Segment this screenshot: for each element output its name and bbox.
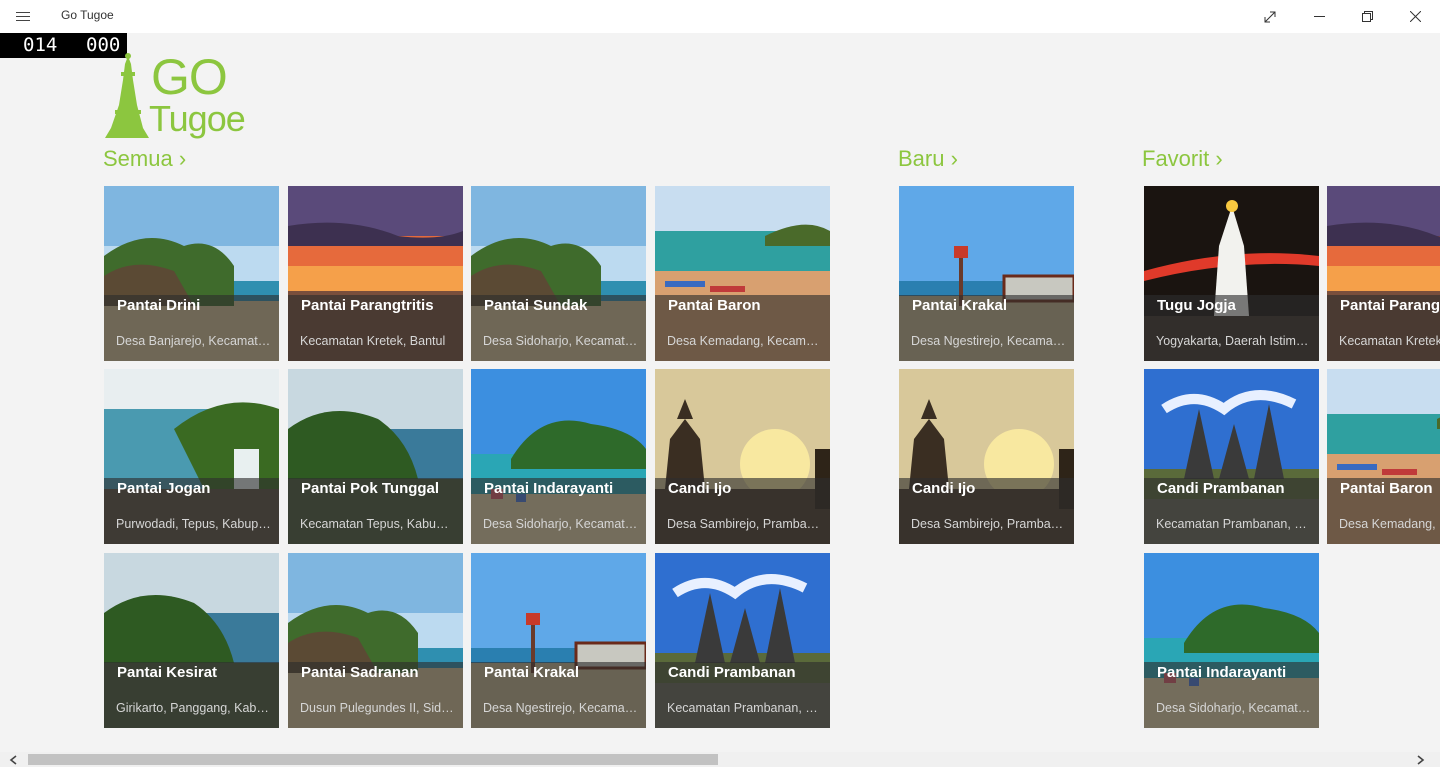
section-header-semua[interactable]: Semua › <box>103 146 186 172</box>
close-button[interactable] <box>1392 0 1438 33</box>
title-bar: Go Tugoe <box>0 0 1440 33</box>
section-header-favorit[interactable]: Favorit › <box>1142 146 1223 172</box>
tile-favorit-pantai-baron[interactable]: Pantai Baron Desa Kemadang, Kecamatan Ta… <box>1327 369 1440 544</box>
tile-location: Desa Sidoharjo, Kecamatan Tepus <box>1156 701 1311 715</box>
tile-favorit-pantai-indarayanti[interactable]: Pantai Indarayanti Desa Sidoharjo, Kecam… <box>1144 553 1319 728</box>
tile-location: Kecamatan Tepus, Kabupaten Gunungkidul <box>300 517 455 531</box>
scroll-left-icon[interactable] <box>8 754 20 766</box>
minimize-icon <box>1313 16 1325 17</box>
tile-title: Candi Prambanan <box>1157 480 1285 497</box>
tile-pantai-baron[interactable]: Pantai Baron Desa Kemadang, Kecamatan Ta… <box>655 186 830 361</box>
tile-title: Pantai Sadranan <box>301 664 419 681</box>
horizontal-scrollbar[interactable] <box>0 752 1440 767</box>
close-icon <box>1409 11 1421 22</box>
logo-text-tugoe: Tugoe <box>149 98 246 139</box>
tile-location: Desa Kemadang, Kecamatan Tanjungsari <box>667 334 822 348</box>
tile-location: Desa Sambirejo, Prambanan <box>911 517 1066 531</box>
tile-title: Pantai Parangtritis <box>301 297 434 314</box>
counter-left: 014 <box>23 34 58 56</box>
scroll-right-icon[interactable] <box>1414 754 1426 766</box>
tile-location: Desa Sidoharjo, Kecamatan Tepus <box>483 334 638 348</box>
restore-icon <box>1361 11 1373 22</box>
tile-title: Pantai Baron <box>668 297 761 314</box>
tile-pantai-jogan[interactable]: Pantai Jogan Purwodadi, Tepus, Kabupaten… <box>104 369 279 544</box>
restore-button[interactable] <box>1344 0 1390 33</box>
minimize-button[interactable] <box>1296 0 1342 33</box>
tile-title: Candi Prambanan <box>668 664 796 681</box>
section-header-baru[interactable]: Baru › <box>898 146 958 172</box>
tile-location: Dusun Pulegundes II, Sidoharjo <box>300 701 455 715</box>
tile-pantai-sadranan[interactable]: Pantai Sadranan Dusun Pulegundes II, Sid… <box>288 553 463 728</box>
hamburger-icon[interactable] <box>14 9 34 25</box>
tile-location: Desa Kemadang, Kecamatan Tanjungsari <box>1339 517 1440 531</box>
tile-location: Purwodadi, Tepus, Kabupaten Gunungkidul <box>116 517 271 531</box>
tile-title: Tugu Jogja <box>1157 297 1236 314</box>
tile-title: Pantai Krakal <box>912 297 1008 314</box>
tile-location: Kecamatan Prambanan, Sleman <box>1156 517 1311 531</box>
tile-pantai-drini[interactable]: Pantai Drini Desa Banjarejo, Kecamatan T… <box>104 186 279 361</box>
tile-favorit-pantai-parangtritis[interactable]: Pantai Parangtritis Kecamatan Kretek, Ba… <box>1327 186 1440 361</box>
tile-title: Candi Ijo <box>912 480 976 497</box>
tile-baru-pantai-krakal[interactable]: Pantai Krakal Desa Ngestirejo, Kecamatan… <box>899 186 1074 361</box>
tile-location: Kecamatan Kretek, Bantul <box>300 334 446 348</box>
scrollbar-thumb[interactable] <box>28 754 718 765</box>
tile-title: Pantai Jogan <box>117 480 211 497</box>
tile-location: Kecamatan Prambanan, Sleman <box>667 701 822 715</box>
fullscreen-button[interactable] <box>1247 0 1293 33</box>
app-logo: GO Tugoe <box>103 49 253 142</box>
tile-title: Pantai Pok Tunggal <box>301 480 440 497</box>
tile-candi-ijo[interactable]: Candi Ijo Desa Sambirejo, Prambanan <box>655 369 830 544</box>
tile-pantai-krakal[interactable]: Pantai Krakal Desa Ngestirejo, Kecamatan… <box>471 553 646 728</box>
tile-candi-prambanan[interactable]: Candi Prambanan Kecamatan Prambanan, Sle… <box>655 553 830 728</box>
tile-pantai-indarayanti[interactable]: Pantai Indarayanti Desa Sidoharjo, Kecam… <box>471 369 646 544</box>
tile-title: Pantai Sundak <box>484 297 588 314</box>
tile-favorit-tugu-jogja[interactable]: Tugu Jogja Yogyakarta, Daerah Istimewa Y… <box>1144 186 1319 361</box>
tile-pantai-kesirat[interactable]: Pantai Kesirat Girikarto, Panggang, Kabu… <box>104 553 279 728</box>
tile-favorit-candi-prambanan[interactable]: Candi Prambanan Kecamatan Prambanan, Sle… <box>1144 369 1319 544</box>
tile-location: Desa Sambirejo, Prambanan <box>667 517 822 531</box>
tile-pantai-pok-tunggal[interactable]: Pantai Pok Tunggal Kecamatan Tepus, Kabu… <box>288 369 463 544</box>
tile-pantai-parangtritis[interactable]: Pantai Parangtritis Kecamatan Kretek, Ba… <box>288 186 463 361</box>
tile-location: Kecamatan Kretek, Bantul <box>1339 334 1440 348</box>
app-title: Go Tugoe <box>61 8 114 22</box>
tile-title: Pantai Indarayanti <box>484 480 614 497</box>
tile-title: Pantai Parangtritis <box>1340 297 1440 314</box>
tile-title: Pantai Drini <box>117 297 201 314</box>
tile-title: Candi Ijo <box>668 480 732 497</box>
tile-title: Pantai Kesirat <box>117 664 218 681</box>
tile-location: Desa Ngestirejo, Kecamatan Tanjungsari <box>483 701 638 715</box>
tile-title: Pantai Indarayanti <box>1157 664 1287 681</box>
tugu-monument-icon <box>105 53 149 138</box>
tile-pantai-sundak[interactable]: Pantai Sundak Desa Sidoharjo, Kecamatan … <box>471 186 646 361</box>
tile-location: Desa Banjarejo, Kecamatan Tanjungsari <box>116 334 271 348</box>
tile-location: Yogyakarta, Daerah Istimewa Yogyakarta <box>1156 334 1311 348</box>
tile-title: Pantai Krakal <box>484 664 580 681</box>
tile-baru-candi-ijo[interactable]: Candi Ijo Desa Sambirejo, Prambanan <box>899 369 1074 544</box>
tile-title: Pantai Baron <box>1340 480 1433 497</box>
tile-location: Girikarto, Panggang, Kabupaten Gunungkid… <box>116 701 271 715</box>
tile-location: Desa Sidoharjo, Kecamatan Tepus <box>483 517 638 531</box>
tile-location: Desa Ngestirejo, Kecamatan Tanjungsari <box>911 334 1066 348</box>
fullscreen-icon <box>1264 11 1276 22</box>
